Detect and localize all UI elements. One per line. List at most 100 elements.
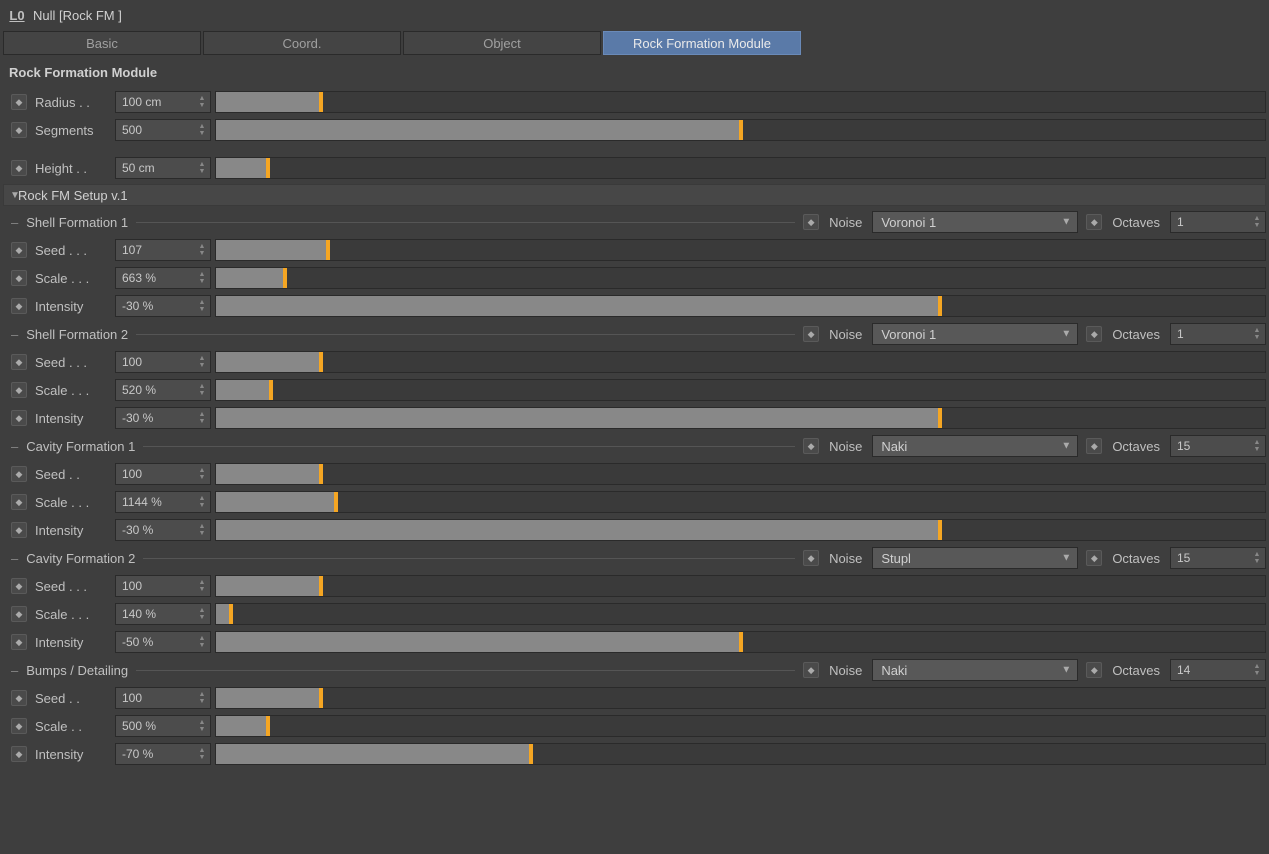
- param-slider[interactable]: [215, 239, 1266, 261]
- slider-handle[interactable]: [319, 352, 323, 372]
- slider-handle[interactable]: [283, 268, 287, 288]
- keyframe-icon[interactable]: ◆: [11, 522, 27, 538]
- keyframe-icon[interactable]: ◆: [803, 550, 819, 566]
- spinner-arrows-icon[interactable]: ▲▼: [196, 241, 208, 259]
- spinner-arrows-icon[interactable]: ▲▼: [196, 605, 208, 623]
- keyframe-icon[interactable]: ◆: [1086, 550, 1102, 566]
- param-value-field[interactable]: 100▲▼: [115, 351, 211, 373]
- keyframe-icon[interactable]: ◆: [11, 606, 27, 622]
- slider-handle[interactable]: [938, 296, 942, 316]
- param-slider[interactable]: [215, 687, 1266, 709]
- param-slider[interactable]: [215, 491, 1266, 513]
- octaves-field[interactable]: 1▲▼: [1170, 323, 1266, 345]
- octaves-field[interactable]: 15▲▼: [1170, 435, 1266, 457]
- octaves-field[interactable]: 14▲▼: [1170, 659, 1266, 681]
- slider-handle[interactable]: [529, 744, 533, 764]
- param-value-field[interactable]: -30 %▲▼: [115, 407, 211, 429]
- slider-handle[interactable]: [938, 520, 942, 540]
- keyframe-icon[interactable]: ◆: [11, 160, 27, 176]
- param-value-field[interactable]: 100▲▼: [115, 687, 211, 709]
- octaves-field[interactable]: 1▲▼: [1170, 211, 1266, 233]
- group-header-rock-fm-setup[interactable]: ▼ Rock FM Setup v.1: [3, 184, 1266, 206]
- param-value-field[interactable]: 500▲▼: [115, 119, 211, 141]
- spinner-arrows-icon[interactable]: ▲▼: [196, 689, 208, 707]
- noise-dropdown[interactable]: Naki▼: [872, 659, 1078, 681]
- keyframe-icon[interactable]: ◆: [803, 662, 819, 678]
- spinner-arrows-icon[interactable]: ▲▼: [196, 159, 208, 177]
- spinner-arrows-icon[interactable]: ▲▼: [196, 493, 208, 511]
- tab-rock-formation-module[interactable]: Rock Formation Module: [603, 31, 801, 55]
- param-value-field[interactable]: 140 %▲▼: [115, 603, 211, 625]
- param-value-field[interactable]: -70 %▲▼: [115, 743, 211, 765]
- param-value-field[interactable]: -50 %▲▼: [115, 631, 211, 653]
- spinner-arrows-icon[interactable]: ▲▼: [196, 121, 208, 139]
- keyframe-icon[interactable]: ◆: [11, 746, 27, 762]
- spinner-arrows-icon[interactable]: ▲▼: [1251, 437, 1263, 455]
- spinner-arrows-icon[interactable]: ▲▼: [196, 409, 208, 427]
- keyframe-icon[interactable]: ◆: [1086, 438, 1102, 454]
- spinner-arrows-icon[interactable]: ▲▼: [1251, 661, 1263, 679]
- param-value-field[interactable]: 500 %▲▼: [115, 715, 211, 737]
- spinner-arrows-icon[interactable]: ▲▼: [1251, 549, 1263, 567]
- keyframe-icon[interactable]: ◆: [11, 494, 27, 510]
- param-value-field[interactable]: 520 %▲▼: [115, 379, 211, 401]
- noise-dropdown[interactable]: Naki▼: [872, 435, 1078, 457]
- keyframe-icon[interactable]: ◆: [11, 94, 27, 110]
- keyframe-icon[interactable]: ◆: [803, 438, 819, 454]
- spinner-arrows-icon[interactable]: ▲▼: [196, 93, 208, 111]
- param-value-field[interactable]: 50 cm▲▼: [115, 157, 211, 179]
- param-slider[interactable]: [215, 351, 1266, 373]
- param-value-field[interactable]: 1144 %▲▼: [115, 491, 211, 513]
- keyframe-icon[interactable]: ◆: [11, 354, 27, 370]
- keyframe-icon[interactable]: ◆: [803, 214, 819, 230]
- tab-coord-[interactable]: Coord.: [203, 31, 401, 55]
- slider-handle[interactable]: [334, 492, 338, 512]
- param-value-field[interactable]: -30 %▲▼: [115, 519, 211, 541]
- keyframe-icon[interactable]: ◆: [1086, 662, 1102, 678]
- spinner-arrows-icon[interactable]: ▲▼: [196, 297, 208, 315]
- param-value-field[interactable]: 663 %▲▼: [115, 267, 211, 289]
- param-slider[interactable]: [215, 379, 1266, 401]
- param-slider[interactable]: [215, 631, 1266, 653]
- keyframe-icon[interactable]: ◆: [1086, 214, 1102, 230]
- keyframe-icon[interactable]: ◆: [11, 718, 27, 734]
- tab-basic[interactable]: Basic: [3, 31, 201, 55]
- param-value-field[interactable]: 107▲▼: [115, 239, 211, 261]
- keyframe-icon[interactable]: ◆: [11, 382, 27, 398]
- param-slider[interactable]: [215, 715, 1266, 737]
- octaves-field[interactable]: 15▲▼: [1170, 547, 1266, 569]
- slider-handle[interactable]: [938, 408, 942, 428]
- keyframe-icon[interactable]: ◆: [11, 634, 27, 650]
- keyframe-icon[interactable]: ◆: [11, 242, 27, 258]
- param-value-field[interactable]: 100▲▼: [115, 463, 211, 485]
- param-slider[interactable]: [215, 575, 1266, 597]
- slider-handle[interactable]: [319, 576, 323, 596]
- param-value-field[interactable]: 100▲▼: [115, 575, 211, 597]
- keyframe-icon[interactable]: ◆: [1086, 326, 1102, 342]
- noise-dropdown[interactable]: Voronoi 1▼: [872, 323, 1078, 345]
- slider-handle[interactable]: [319, 464, 323, 484]
- param-slider[interactable]: [215, 743, 1266, 765]
- slider-handle[interactable]: [319, 92, 323, 112]
- spinner-arrows-icon[interactable]: ▲▼: [196, 381, 208, 399]
- spinner-arrows-icon[interactable]: ▲▼: [196, 269, 208, 287]
- spinner-arrows-icon[interactable]: ▲▼: [196, 353, 208, 371]
- param-slider[interactable]: [215, 157, 1266, 179]
- param-slider[interactable]: [215, 603, 1266, 625]
- tab-object[interactable]: Object: [403, 31, 601, 55]
- param-slider[interactable]: [215, 519, 1266, 541]
- param-slider[interactable]: [215, 295, 1266, 317]
- keyframe-icon[interactable]: ◆: [11, 690, 27, 706]
- param-slider[interactable]: [215, 119, 1266, 141]
- keyframe-icon[interactable]: ◆: [11, 298, 27, 314]
- slider-handle[interactable]: [319, 688, 323, 708]
- keyframe-icon[interactable]: ◆: [803, 326, 819, 342]
- slider-handle[interactable]: [266, 716, 270, 736]
- spinner-arrows-icon[interactable]: ▲▼: [196, 577, 208, 595]
- keyframe-icon[interactable]: ◆: [11, 410, 27, 426]
- slider-handle[interactable]: [739, 120, 743, 140]
- spinner-arrows-icon[interactable]: ▲▼: [196, 745, 208, 763]
- param-value-field[interactable]: -30 %▲▼: [115, 295, 211, 317]
- spinner-arrows-icon[interactable]: ▲▼: [196, 465, 208, 483]
- keyframe-icon[interactable]: ◆: [11, 122, 27, 138]
